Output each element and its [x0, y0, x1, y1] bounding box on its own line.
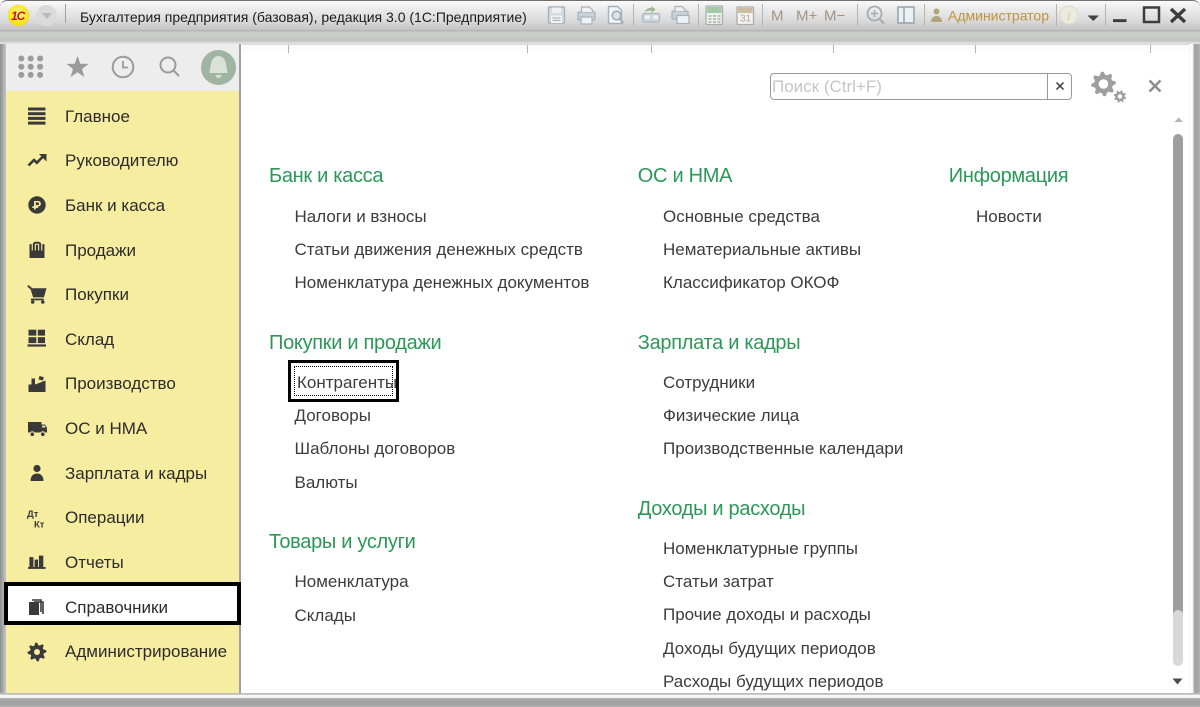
svg-text:Кт: Кт	[34, 519, 45, 530]
svg-text:Дт: Дт	[27, 509, 39, 520]
svg-text:P: P	[33, 199, 41, 213]
svg-text:31: 31	[740, 14, 752, 25]
svg-text:Администратор: Администратор	[948, 8, 1049, 24]
svg-text:i: i	[1067, 8, 1071, 23]
svg-text:M+: M+	[796, 8, 817, 25]
svg-text:M−: M−	[824, 8, 845, 25]
svg-text:M: M	[771, 8, 784, 25]
